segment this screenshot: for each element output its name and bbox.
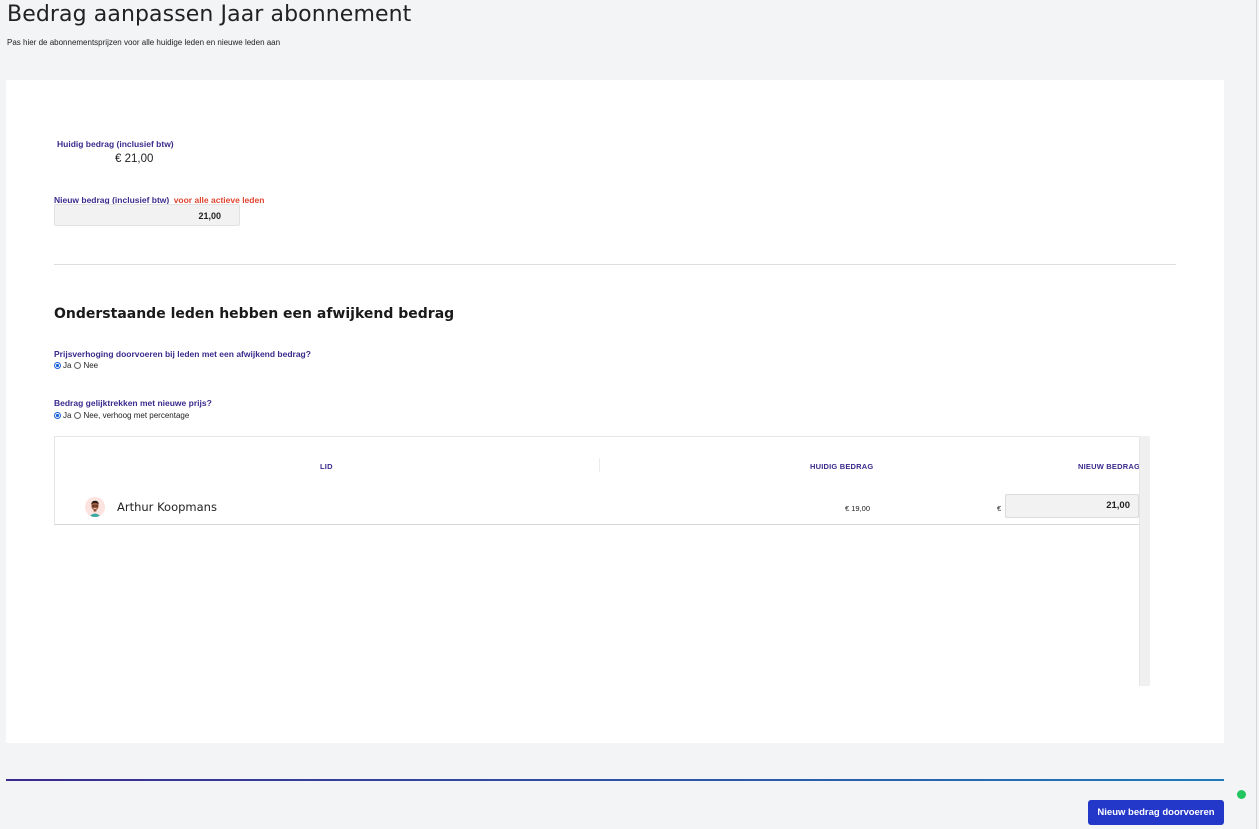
member-avatar [85,497,105,517]
equalize-radio-ja[interactable] [54,412,61,419]
status-indicator [1237,790,1246,799]
current-amount-value: € 21,00 [115,153,154,165]
equalize-options: Ja Nee, verhoog met percentage [53,411,191,420]
footer-divider [6,779,1224,781]
new-amount-input[interactable]: 21,00 [54,204,240,226]
equalize-question: Bedrag gelijktrekken met nieuwe prijs? [54,398,212,408]
section-divider [54,264,1176,265]
submit-new-amount-button[interactable]: Nieuw bedrag doorvoeren [1088,800,1224,825]
price-increase-radio-nee[interactable] [74,362,82,369]
member-name: Arthur Koopmans [117,500,217,514]
price-increase-options: Ja Nee [53,361,100,370]
member-current-amount: € 19,00 [845,504,871,513]
page-subtitle: Pas hier de abonnementsprijzen voor alle… [7,38,281,47]
column-header-current: HUIDIG BEDRAG [810,462,874,471]
price-increase-question: Prijsverhoging doorvoeren bij leden met … [54,349,311,359]
window-edge [1256,0,1257,829]
equalize-option-nee[interactable]: Nee, verhoog met percentage [83,411,189,420]
member-new-amount-input[interactable]: 21,00 [1005,494,1139,518]
column-header-lid: LID [320,462,333,471]
equalize-radio-nee[interactable] [74,412,82,419]
column-header-new: NIEUW BEDRAG [1078,462,1140,471]
deviating-section-title: Onderstaande leden hebben een afwijkend … [54,306,455,322]
equalize-option-ja[interactable]: Ja [63,411,71,420]
member-currency-symbol: € [997,504,1002,513]
content-card: Huidig bedrag (inclusief btw) € 21,00 Ni… [6,80,1224,743]
page-title: Bedrag aanpassen Jaar abonnement [7,2,412,27]
price-increase-option-ja[interactable]: Ja [63,361,71,370]
price-increase-option-nee[interactable]: Nee [83,361,98,370]
price-increase-radio-ja[interactable] [54,362,61,369]
column-separator [599,458,600,472]
members-table: LID HUIDIG BEDRAG NIEUW BEDRAG Arthur Ko… [54,436,1145,525]
table-scrollbar[interactable] [1139,436,1150,686]
current-amount-label: Huidig bedrag (inclusief btw) [57,139,174,149]
